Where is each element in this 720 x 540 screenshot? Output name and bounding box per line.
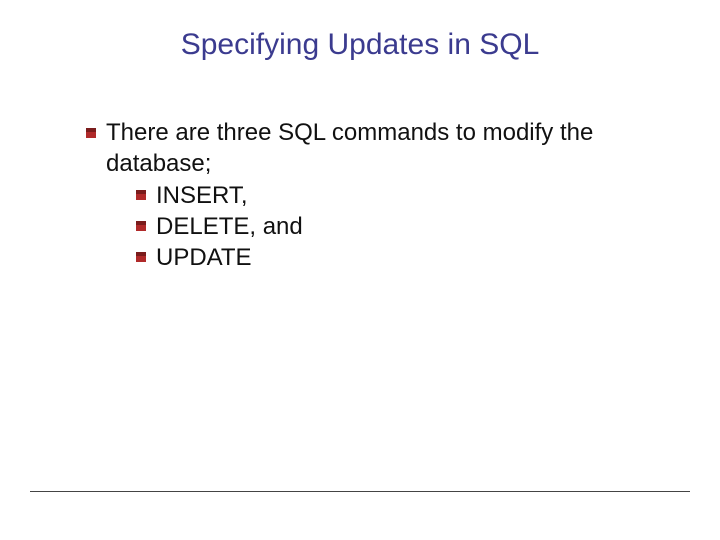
square-bullet-icon — [136, 190, 146, 200]
bullet-text: DELETE, and — [156, 212, 303, 243]
sub-list: INSERT, DELETE, and UP — [86, 181, 670, 273]
square-bullet-icon — [136, 252, 146, 262]
list-item: There are three SQL commands to modify t… — [86, 118, 670, 179]
list-item: UPDATE — [136, 243, 670, 274]
square-bullet-icon — [136, 221, 146, 231]
horizontal-rule — [30, 491, 690, 492]
slide-title: Specifying Updates in SQL — [50, 28, 670, 62]
slide-body: There are three SQL commands to modify t… — [50, 118, 670, 274]
bullet-text: UPDATE — [156, 243, 252, 274]
bullet-text: There are three SQL commands to modify t… — [106, 118, 670, 179]
square-bullet-icon — [86, 128, 96, 138]
list-item: DELETE, and — [136, 212, 670, 243]
slide: Specifying Updates in SQL There are thre… — [0, 0, 720, 540]
list-item: INSERT, — [136, 181, 670, 212]
bullet-text: INSERT, — [156, 181, 248, 212]
